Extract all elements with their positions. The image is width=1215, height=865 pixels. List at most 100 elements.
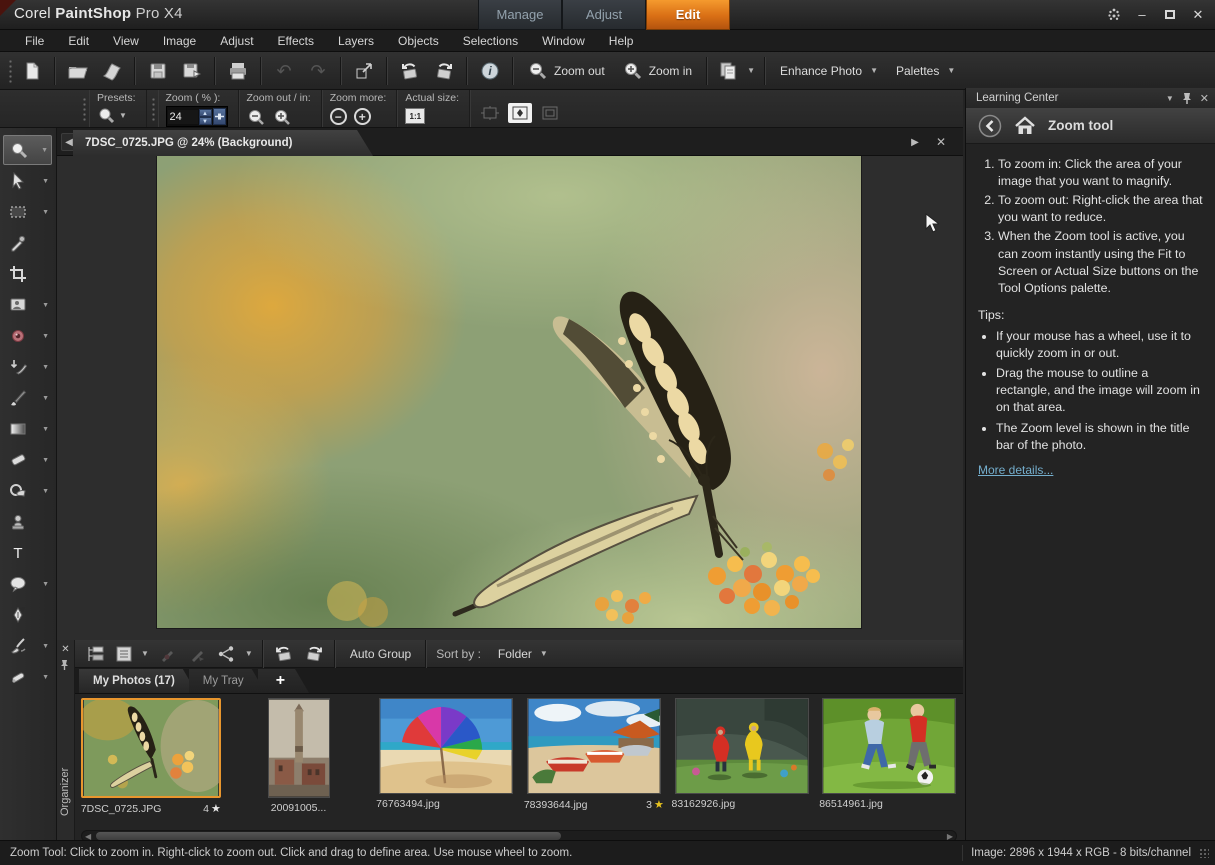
thumbnail-item[interactable]: 86514961.jpg bbox=[815, 698, 963, 810]
sort-by-dropdown[interactable]: Folder▼ bbox=[489, 642, 557, 666]
zoom-in-step-button[interactable] bbox=[273, 108, 292, 126]
more-details-link[interactable]: More details... bbox=[978, 463, 1053, 477]
rotate-left-button[interactable] bbox=[393, 56, 427, 86]
rotate-right-thumb-button[interactable] bbox=[299, 642, 329, 666]
background-eraser-tool[interactable]: ▼ bbox=[3, 476, 52, 506]
actual-size-button[interactable]: 1:1 bbox=[405, 108, 425, 124]
pen-tool[interactable] bbox=[3, 600, 52, 630]
thumbnail-item[interactable]: 76763494.jpg bbox=[372, 698, 520, 810]
tab-my-photos[interactable]: My Photos (17) bbox=[79, 669, 197, 693]
document-close-button[interactable]: ✕ bbox=[933, 133, 949, 151]
menu-selections[interactable]: Selections bbox=[452, 32, 529, 50]
fit-image-to-window-button[interactable] bbox=[508, 103, 532, 123]
open-button[interactable] bbox=[61, 56, 95, 86]
new-image-button[interactable] bbox=[15, 56, 49, 86]
zoom-out-button[interactable]: Zoom out bbox=[519, 56, 614, 86]
auto-group-button[interactable]: Auto Group bbox=[341, 642, 420, 666]
toolbar-grip[interactable] bbox=[7, 58, 12, 84]
rotate-right-button[interactable] bbox=[427, 56, 461, 86]
palettes-button[interactable]: Palettes▼ bbox=[887, 56, 964, 86]
resize-button[interactable] bbox=[347, 56, 381, 86]
menu-layers[interactable]: Layers bbox=[327, 32, 385, 50]
fit-window-to-image-button[interactable] bbox=[478, 103, 502, 123]
redo-button[interactable]: ↷ bbox=[301, 56, 335, 86]
undo-button[interactable]: ↶ bbox=[267, 56, 301, 86]
crop-tool[interactable] bbox=[3, 259, 52, 289]
view-mode-button[interactable]: ▼ bbox=[111, 642, 153, 666]
preset-shape-tool[interactable]: ▼ bbox=[3, 569, 52, 599]
panel-close-icon[interactable]: ✕ bbox=[1200, 92, 1209, 105]
menu-view[interactable]: View bbox=[102, 32, 150, 50]
resize-grip[interactable] bbox=[1199, 848, 1209, 858]
menu-objects[interactable]: Objects bbox=[387, 32, 450, 50]
palette-grip[interactable] bbox=[81, 96, 86, 122]
maximize-button[interactable] bbox=[1161, 7, 1179, 23]
tab-scroll-right-button[interactable]: ▶ bbox=[907, 133, 923, 151]
rotate-left-thumb-button[interactable] bbox=[269, 642, 299, 666]
save-as-button[interactable] bbox=[175, 56, 209, 86]
presets-dropdown[interactable]: ▼ bbox=[97, 106, 127, 124]
home-button[interactable] bbox=[1014, 116, 1036, 136]
thumbnail-item[interactable]: 7DSC_0725.JPG 4★ bbox=[77, 698, 225, 815]
pick-tool[interactable]: ▼ bbox=[3, 166, 52, 196]
selection-tool[interactable]: ▼ bbox=[3, 197, 52, 227]
thumbnail-item[interactable]: 78393644.jpg 3★ bbox=[520, 698, 668, 811]
straighten-tool[interactable]: ▼ bbox=[3, 290, 52, 320]
enhance-photo-button[interactable]: Enhance Photo▼ bbox=[771, 56, 887, 86]
dropper-tool[interactable] bbox=[3, 228, 52, 258]
text-tool[interactable]: T bbox=[3, 538, 52, 568]
thumbnail-item[interactable]: 83162926.jpg bbox=[668, 698, 816, 810]
eraser-tool[interactable]: ▼ bbox=[3, 445, 52, 475]
zoom-percent-input[interactable] bbox=[168, 110, 198, 124]
zoom-in-button[interactable]: Zoom in bbox=[614, 56, 701, 86]
copy-special-button[interactable]: ▼ bbox=[713, 56, 759, 86]
object-remover-tool[interactable]: ▼ bbox=[3, 662, 52, 692]
makeover-tool[interactable]: ▼ bbox=[3, 352, 52, 382]
edit-disabled-button-2[interactable] bbox=[183, 642, 213, 666]
photo-butterfly-image[interactable] bbox=[157, 156, 861, 628]
menu-edit[interactable]: Edit bbox=[57, 32, 100, 50]
panel-menu-arrow-icon[interactable]: ▼ bbox=[1166, 94, 1174, 103]
red-eye-tool[interactable]: ▼ bbox=[3, 321, 52, 351]
paint-brush-tool[interactable]: ▼ bbox=[3, 383, 52, 413]
minimize-button[interactable]: – bbox=[1133, 7, 1151, 23]
thumbnail-item[interactable]: 20091005... bbox=[225, 698, 373, 814]
zoom-slider-button[interactable] bbox=[213, 108, 226, 125]
palette-grip[interactable] bbox=[150, 96, 155, 122]
zoom-spinner[interactable]: ▲▼ bbox=[199, 109, 212, 125]
tab-manage[interactable]: Manage bbox=[478, 0, 562, 30]
image-information-button[interactable]: i bbox=[473, 56, 507, 86]
menu-image[interactable]: Image bbox=[152, 32, 207, 50]
zoom-tool[interactable]: ▼ bbox=[3, 135, 52, 165]
organizer-pin-icon[interactable] bbox=[60, 659, 72, 670]
canvas-workspace[interactable] bbox=[57, 156, 963, 640]
organizer-close-icon[interactable]: ✕ bbox=[60, 644, 72, 655]
edit-disabled-button-1[interactable] bbox=[153, 642, 183, 666]
pin-icon[interactable] bbox=[1182, 92, 1192, 104]
tab-my-tray[interactable]: My Tray bbox=[189, 669, 266, 693]
share-button[interactable]: ▼ bbox=[213, 642, 257, 666]
zoom-more-in-button[interactable]: + bbox=[354, 108, 371, 125]
tab-edit[interactable]: Edit bbox=[646, 0, 730, 30]
scan-button[interactable] bbox=[95, 56, 129, 86]
menu-help[interactable]: Help bbox=[598, 32, 645, 50]
warp-brush-tool[interactable]: ▼ bbox=[3, 631, 52, 661]
menu-file[interactable]: File bbox=[14, 32, 55, 50]
zoom-out-step-button[interactable] bbox=[247, 108, 266, 126]
print-button[interactable] bbox=[221, 56, 255, 86]
zoom-more-out-button[interactable]: − bbox=[330, 108, 347, 125]
close-button[interactable]: ✕ bbox=[1189, 7, 1207, 23]
save-button[interactable] bbox=[141, 56, 175, 86]
back-button[interactable] bbox=[978, 114, 1002, 138]
menu-effects[interactable]: Effects bbox=[267, 32, 325, 50]
add-tray-button[interactable]: + bbox=[258, 669, 309, 693]
scrollbar-thumb[interactable] bbox=[96, 832, 561, 840]
document-tab[interactable]: 7DSC_0725.JPG @ 24% (Background) bbox=[73, 130, 373, 156]
gradient-fill-tool[interactable]: ▼ bbox=[3, 414, 52, 444]
tab-adjust[interactable]: Adjust bbox=[562, 0, 646, 30]
corel-logo-icon[interactable] bbox=[1105, 6, 1123, 24]
menu-adjust[interactable]: Adjust bbox=[209, 32, 264, 50]
picture-tube-tool[interactable] bbox=[3, 507, 52, 537]
fit-window-to-screen-button[interactable] bbox=[538, 103, 562, 123]
navigation-toggle-button[interactable] bbox=[81, 642, 111, 666]
